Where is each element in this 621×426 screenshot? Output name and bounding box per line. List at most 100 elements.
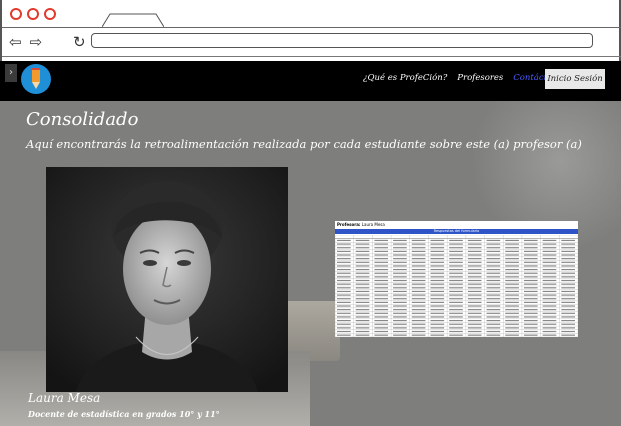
sheet-cell-text [337, 272, 351, 274]
sheet-cell-text [411, 268, 426, 271]
sheet-cell-text [505, 287, 519, 289]
sheet-cell-text [542, 265, 557, 267]
forward-arrow-icon[interactable]: ⇨ [30, 35, 43, 50]
sheet-cell-text [355, 287, 370, 289]
sheet-cell-text [430, 319, 445, 322]
maximize-window-button[interactable] [44, 8, 56, 20]
sheet-cell-text [393, 327, 407, 329]
sheet-cell-text [393, 309, 407, 311]
sheet-cell-text [355, 330, 370, 333]
sheet-cell-text [393, 272, 407, 274]
sheet-cell-text [374, 298, 389, 300]
sheet-cell-text [411, 272, 426, 274]
minimize-window-button[interactable] [27, 8, 39, 20]
browser-tab[interactable] [102, 13, 164, 28]
sheet-cell-text [505, 243, 519, 245]
sheet-cell-text [542, 301, 557, 303]
sheet-cell-text [523, 309, 538, 311]
sheet-cell-text [542, 247, 557, 249]
sheet-cell-text [561, 287, 575, 289]
sheet-cell-text [337, 254, 351, 256]
sheet-cell-text [486, 250, 501, 252]
sheet-cell-text [467, 239, 482, 242]
sheet-cell-text [486, 276, 501, 278]
sheet-cell-text [542, 298, 557, 300]
sheet-cell-text [561, 265, 575, 267]
sheet-cell-text [430, 298, 445, 300]
sheet-cell-text [355, 301, 370, 303]
sheet-cell-text [355, 316, 370, 318]
sheet-band-title: Respuestas del formulario [335, 229, 578, 234]
sheet-cell-text [542, 290, 557, 293]
menu-item-about[interactable]: ¿Qué es ProfeCión? [363, 73, 447, 83]
sheet-cell-text [374, 258, 389, 260]
sheet-cell-text [430, 239, 445, 242]
sheet-cell-text [561, 309, 575, 311]
sheet-cell-text [393, 254, 407, 256]
sheet-cell-text [486, 268, 501, 271]
sheet-cell-text [411, 301, 426, 303]
sheet-cell-text [505, 247, 519, 249]
sheet-cell-text [430, 247, 445, 249]
login-button[interactable]: Inicio Sesión [545, 69, 605, 89]
close-window-button[interactable] [10, 8, 22, 20]
sheet-cell-text [374, 330, 389, 333]
address-bar[interactable] [91, 33, 593, 48]
sheet-cell-text [393, 243, 407, 245]
sheet-cell-text [355, 254, 370, 256]
sheet-cell-text [542, 309, 557, 311]
sheet-cell-text [449, 272, 463, 274]
sheet-cell-text [355, 279, 370, 282]
pencil-logo-icon[interactable] [21, 64, 51, 94]
sheet-cell-text [449, 323, 463, 325]
sheet-cell-text [355, 327, 370, 329]
sheet-cell-text [486, 287, 501, 289]
sheet-cell-text [337, 283, 351, 285]
sheet-cell-text [393, 319, 407, 322]
sheet-cell-text [505, 239, 519, 242]
sheet-cell-text [393, 287, 407, 289]
sheet-cell-text [486, 309, 501, 311]
sheet-cell-text [486, 290, 501, 293]
sheet-cell-text [486, 301, 501, 303]
sheet-cell-text [449, 298, 463, 300]
sheet-cell-text [561, 258, 575, 260]
window-controls [10, 8, 56, 20]
sheet-cell-text [374, 261, 389, 263]
sheet-cell-text [411, 250, 426, 252]
sheet-cell-text [430, 254, 445, 256]
sheet-cell-text [374, 243, 389, 245]
sheet-cell-text [430, 334, 445, 336]
sheet-cell-text [523, 279, 538, 282]
back-arrow-icon[interactable]: ⇦ [9, 35, 22, 50]
sheet-cell-text [561, 290, 575, 293]
sheet-cell-text [430, 250, 445, 252]
sheet-cell-text [505, 276, 519, 278]
sheet-cell-text [542, 254, 557, 256]
sheet-cell-text [355, 265, 370, 267]
sheet-cell-text [449, 268, 463, 271]
sheet-cell-text [467, 265, 482, 267]
sheet-cell-text [337, 319, 351, 322]
sidebar-toggle-chevron-icon[interactable]: › [5, 64, 17, 82]
sheet-cell-text [449, 283, 463, 285]
sheet-cell-text [430, 330, 445, 333]
sheet-cell-text [561, 298, 575, 300]
sheet-cell-text [355, 261, 370, 263]
sheet-cell-text [542, 287, 557, 289]
sheet-cell-text [505, 283, 519, 285]
sheet-cell-text [337, 316, 351, 318]
sheet-cell-text [337, 287, 351, 289]
sheet-cell-text [467, 247, 482, 249]
sheet-cell-text [467, 298, 482, 300]
menu-item-teachers[interactable]: Profesores [457, 73, 503, 83]
sheet-cell-text [374, 309, 389, 311]
sheet-cell-text [411, 319, 426, 322]
reload-icon[interactable]: ↻ [73, 33, 86, 51]
sheet-cell-text [523, 298, 538, 300]
sheet-cell-text [523, 265, 538, 267]
sheet-cell-text [355, 258, 370, 260]
sheet-cell-text [523, 305, 538, 307]
sheet-cell-text [542, 279, 557, 282]
sheet-cell-text [337, 301, 351, 303]
